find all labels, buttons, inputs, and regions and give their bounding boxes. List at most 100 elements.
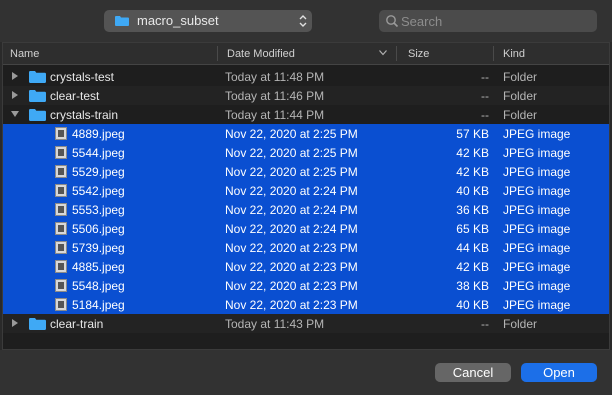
row-date: Nov 22, 2020 at 2:24 PM bbox=[225, 222, 358, 236]
column-divider bbox=[217, 46, 218, 61]
row-kind: JPEG image bbox=[503, 184, 571, 198]
row-name: crystals-test bbox=[50, 70, 115, 84]
image-thumbnail-icon bbox=[55, 241, 67, 254]
image-thumbnail-icon bbox=[55, 203, 67, 216]
row-date: Today at 11:46 PM bbox=[225, 89, 325, 103]
row-kind: Folder bbox=[503, 70, 538, 84]
row-name: 5739.jpeg bbox=[72, 241, 125, 255]
row-date: Nov 22, 2020 at 2:25 PM bbox=[225, 165, 358, 179]
file-row-selected[interactable]: 5184.jpeg Nov 22, 2020 at 2:23 PM 40 KB … bbox=[3, 295, 609, 314]
row-date: Today at 11:43 PM bbox=[225, 317, 325, 331]
row-kind: JPEG image bbox=[503, 298, 571, 312]
file-row-selected[interactable]: 5548.jpeg Nov 22, 2020 at 2:23 PM 38 KB … bbox=[3, 276, 609, 295]
row-kind: Folder bbox=[503, 317, 538, 331]
row-name: 4885.jpeg bbox=[72, 260, 125, 274]
search-input[interactable] bbox=[401, 13, 591, 29]
row-name: 5548.jpeg bbox=[72, 279, 125, 293]
row-name: 5544.jpeg bbox=[72, 146, 125, 160]
file-row-selected[interactable]: 5739.jpeg Nov 22, 2020 at 2:23 PM 44 KB … bbox=[3, 238, 609, 257]
row-date: Today at 11:44 PM bbox=[225, 108, 325, 122]
image-thumbnail-icon bbox=[55, 260, 67, 273]
row-size: 36 KB bbox=[456, 203, 489, 217]
folder-icon bbox=[115, 16, 129, 26]
open-button[interactable]: Open bbox=[521, 363, 597, 382]
image-thumbnail-icon bbox=[55, 184, 67, 197]
row-name: 5184.jpeg bbox=[72, 298, 125, 312]
row-kind: JPEG image bbox=[503, 279, 571, 293]
row-kind: Folder bbox=[503, 89, 538, 103]
cancel-button[interactable]: Cancel bbox=[435, 363, 511, 382]
row-date: Nov 22, 2020 at 2:23 PM bbox=[225, 298, 358, 312]
file-row-selected[interactable]: 5544.jpeg Nov 22, 2020 at 2:25 PM 42 KB … bbox=[3, 143, 609, 162]
row-date: Today at 11:48 PM bbox=[225, 70, 325, 84]
row-kind: JPEG image bbox=[503, 241, 571, 255]
row-size: -- bbox=[481, 70, 489, 84]
row-date: Nov 22, 2020 at 2:24 PM bbox=[225, 184, 358, 198]
image-thumbnail-icon bbox=[55, 279, 67, 292]
row-size: 57 KB bbox=[456, 127, 489, 141]
row-size: 40 KB bbox=[456, 298, 489, 312]
file-row-selected[interactable]: 4889.jpeg Nov 22, 2020 at 2:25 PM 57 KB … bbox=[3, 124, 609, 143]
image-thumbnail-icon bbox=[55, 127, 67, 140]
row-date: Nov 22, 2020 at 2:23 PM bbox=[225, 279, 358, 293]
search-field[interactable] bbox=[379, 10, 597, 32]
search-icon bbox=[386, 15, 399, 28]
column-divider bbox=[396, 46, 397, 61]
image-thumbnail-icon bbox=[55, 165, 67, 178]
disclosure-right-icon[interactable] bbox=[11, 72, 19, 80]
row-size: 65 KB bbox=[456, 222, 489, 236]
image-thumbnail-icon bbox=[55, 298, 67, 311]
column-date-header[interactable]: Date Modified bbox=[227, 48, 295, 60]
row-name: 5542.jpeg bbox=[72, 184, 125, 198]
column-size-header[interactable]: Size bbox=[408, 48, 429, 60]
folder-row[interactable]: clear-test Today at 11:46 PM -- Folder bbox=[3, 86, 609, 105]
row-date: Nov 22, 2020 at 2:23 PM bbox=[225, 260, 358, 274]
image-thumbnail-icon bbox=[55, 222, 67, 235]
disclosure-down-icon[interactable] bbox=[11, 110, 19, 118]
row-kind: JPEG image bbox=[503, 222, 571, 236]
row-date: Nov 22, 2020 at 2:25 PM bbox=[225, 146, 358, 160]
file-row-selected[interactable]: 5542.jpeg Nov 22, 2020 at 2:24 PM 40 KB … bbox=[3, 181, 609, 200]
row-name: 5529.jpeg bbox=[72, 165, 125, 179]
file-row-selected[interactable]: 5553.jpeg Nov 22, 2020 at 2:24 PM 36 KB … bbox=[3, 200, 609, 219]
column-name-header[interactable]: Name bbox=[10, 48, 39, 60]
row-size: 40 KB bbox=[456, 184, 489, 198]
row-name: 5506.jpeg bbox=[72, 222, 125, 236]
image-thumbnail-icon bbox=[55, 146, 67, 159]
row-size: -- bbox=[481, 108, 489, 122]
file-row-selected[interactable]: 4885.jpeg Nov 22, 2020 at 2:23 PM 42 KB … bbox=[3, 257, 609, 276]
folder-select-label: macro_subset bbox=[137, 13, 219, 28]
row-size: 42 KB bbox=[456, 260, 489, 274]
folder-row-expanded[interactable]: crystals-train Today at 11:44 PM -- Fold… bbox=[3, 105, 609, 124]
row-name: 4889.jpeg bbox=[72, 127, 125, 141]
column-kind-header[interactable]: Kind bbox=[503, 48, 525, 60]
column-divider bbox=[493, 46, 494, 61]
folder-row[interactable]: clear-train Today at 11:43 PM -- Folder bbox=[3, 314, 609, 333]
folder-icon bbox=[29, 90, 46, 102]
row-name: 5553.jpeg bbox=[72, 203, 125, 217]
folder-select[interactable]: macro_subset bbox=[104, 10, 312, 32]
disclosure-right-icon[interactable] bbox=[11, 319, 19, 327]
row-kind: JPEG image bbox=[503, 203, 571, 217]
row-name: clear-train bbox=[50, 317, 104, 331]
disclosure-right-icon[interactable] bbox=[11, 91, 19, 99]
folder-icon bbox=[29, 71, 46, 83]
row-size: 38 KB bbox=[456, 279, 489, 293]
row-name: clear-test bbox=[50, 89, 100, 103]
folder-row[interactable]: crystals-test Today at 11:48 PM -- Folde… bbox=[3, 67, 609, 86]
row-kind: JPEG image bbox=[503, 146, 571, 160]
row-name: crystals-train bbox=[50, 108, 119, 122]
sort-chevron-icon bbox=[379, 50, 387, 56]
row-size: 42 KB bbox=[456, 146, 489, 160]
row-kind: Folder bbox=[503, 108, 538, 122]
file-row-selected[interactable]: 5529.jpeg Nov 22, 2020 at 2:25 PM 42 KB … bbox=[3, 162, 609, 181]
file-row-selected[interactable]: 5506.jpeg Nov 22, 2020 at 2:24 PM 65 KB … bbox=[3, 219, 609, 238]
dialog-footer: Cancel Open bbox=[0, 350, 612, 395]
row-kind: JPEG image bbox=[503, 127, 571, 141]
folder-icon bbox=[29, 109, 46, 121]
column-header: Name Date Modified Size Kind bbox=[3, 43, 609, 65]
up-down-chevron-icon bbox=[299, 15, 307, 27]
row-size: -- bbox=[481, 89, 489, 103]
row-kind: JPEG image bbox=[503, 165, 571, 179]
row-size: -- bbox=[481, 317, 489, 331]
